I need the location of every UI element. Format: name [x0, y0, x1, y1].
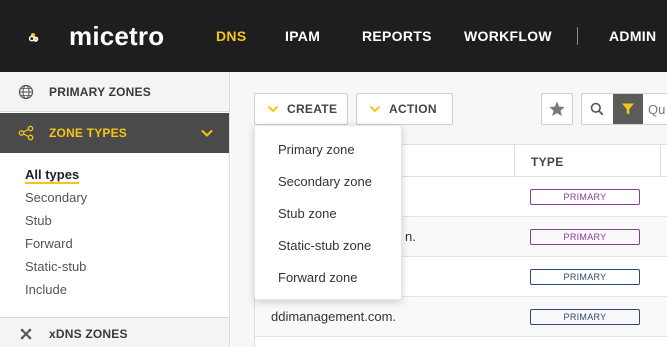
search-box: [581, 93, 667, 125]
sidebar-item-label: ZONE TYPES: [49, 126, 128, 140]
zone-type-badge: PRIMARY: [530, 269, 640, 285]
menu-item-primary-zone[interactable]: Primary zone: [255, 140, 401, 172]
sidebar: PRIMARY ZONES ZONE TYPES All types Secon…: [0, 72, 230, 347]
zone-type-badge: PRIMARY: [530, 229, 640, 245]
column-header-type[interactable]: TYPE: [531, 155, 564, 169]
filter-secondary[interactable]: Secondary: [25, 189, 87, 212]
zone-type-filter-list: All types Secondary Stub Forward Static-…: [25, 166, 87, 304]
action-button-label: ACTION: [389, 102, 437, 116]
chevron-down-icon: [369, 104, 381, 114]
column-divider: [514, 145, 515, 177]
sidebar-item-label: xDNS ZONES: [49, 326, 128, 341]
share-nodes-icon: [17, 124, 35, 142]
globe-icon: [17, 83, 35, 101]
zone-name: ddimanagement.com.: [271, 309, 397, 324]
micetro-logo-icon[interactable]: [28, 18, 72, 58]
chevron-down-icon[interactable]: [200, 126, 214, 143]
create-button-label: CREATE: [287, 102, 338, 116]
table-row[interactable]: ddimanagement.com. PRIMARY: [255, 297, 667, 337]
menu-item-secondary-zone[interactable]: Secondary zone: [255, 172, 401, 204]
sidebar-item-xdns-zones[interactable]: xDNS ZONES: [0, 317, 229, 347]
action-button[interactable]: ACTION: [356, 93, 453, 125]
sidebar-item-primary-zones[interactable]: PRIMARY ZONES: [0, 72, 229, 112]
filter-static-stub[interactable]: Static-stub: [25, 258, 87, 281]
zone-type-badge: PRIMARY: [530, 189, 640, 205]
logo-text[interactable]: micetro: [69, 21, 164, 52]
filter-forward[interactable]: Forward: [25, 235, 87, 258]
filter-button[interactable]: [613, 94, 643, 124]
favorites-button[interactable]: [541, 93, 573, 125]
filter-stub[interactable]: Stub: [25, 212, 87, 235]
search-input[interactable]: [648, 94, 667, 124]
zone-type-badge: PRIMARY: [530, 309, 640, 325]
filter-include[interactable]: Include: [25, 281, 87, 304]
create-button[interactable]: CREATE: [254, 93, 348, 125]
filter-icon: [622, 103, 634, 115]
nav-dns[interactable]: DNS: [216, 28, 246, 44]
chevron-down-icon: [267, 104, 279, 114]
search-icon[interactable]: [582, 94, 612, 124]
column-divider: [660, 145, 661, 177]
sidebar-item-label: PRIMARY ZONES: [49, 84, 151, 99]
zone-name: n.: [405, 229, 416, 244]
nav-divider: [577, 27, 578, 45]
nav-ipam[interactable]: IPAM: [285, 28, 320, 44]
filter-all-types[interactable]: All types: [25, 166, 87, 189]
menu-item-static-stub-zone[interactable]: Static-stub zone: [255, 236, 401, 268]
star-icon: [549, 101, 565, 116]
menu-item-forward-zone[interactable]: Forward zone: [255, 268, 401, 300]
x-icon: [17, 325, 35, 343]
nav-workflow[interactable]: WORKFLOW: [464, 28, 552, 44]
create-dropdown-menu: Primary zone Secondary zone Stub zone St…: [254, 125, 402, 300]
menu-item-stub-zone[interactable]: Stub zone: [255, 204, 401, 236]
sidebar-item-zone-types[interactable]: ZONE TYPES: [0, 113, 229, 153]
nav-admin[interactable]: ADMIN: [609, 28, 656, 44]
nav-reports[interactable]: REPORTS: [362, 28, 432, 44]
top-navigation-bar: micetro DNS IPAM REPORTS WORKFLOW ADMIN: [0, 0, 667, 72]
